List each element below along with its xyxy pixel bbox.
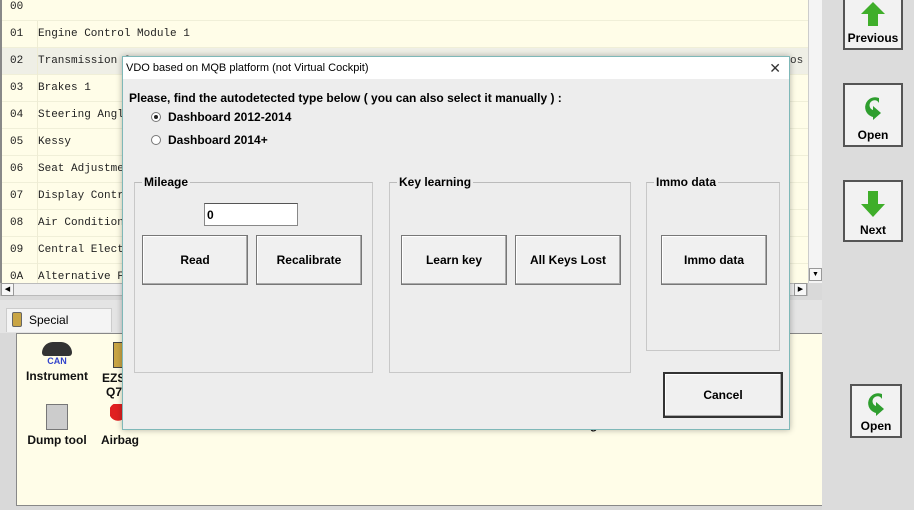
module-id: 07 bbox=[10, 190, 24, 202]
module-id: 09 bbox=[10, 244, 24, 256]
module-name: Seat Adjustmen bbox=[37, 156, 130, 183]
module-name: Brakes 1 bbox=[37, 75, 91, 102]
module-id: 04 bbox=[10, 109, 24, 121]
tools-icon bbox=[12, 312, 22, 327]
mileage-input[interactable] bbox=[204, 203, 298, 226]
immo-data-button[interactable]: Immo data bbox=[661, 235, 767, 285]
open-button[interactable]: Open bbox=[843, 83, 903, 147]
tab-special-functions[interactable]: Special functions bbox=[6, 308, 112, 349]
right-nav-panel: Previous Open Next Open bbox=[822, 0, 914, 510]
read-button[interactable]: Read bbox=[142, 235, 248, 285]
cancel-button[interactable]: Cancel bbox=[663, 372, 783, 418]
radio-dashboard-2012-2014[interactable]: Dashboard 2012-2014 bbox=[151, 110, 291, 124]
open-bottom-button[interactable]: Open bbox=[850, 384, 902, 438]
arrow-down-icon bbox=[861, 191, 885, 217]
vdo-dialog: VDO based on MQB platform (not Virtual C… bbox=[122, 56, 790, 430]
radio-unselected-icon bbox=[151, 135, 161, 145]
module-id: 08 bbox=[10, 217, 24, 229]
dialog-titlebar: VDO based on MQB platform (not Virtual C… bbox=[123, 57, 789, 79]
scroll-down-icon[interactable]: ▼ bbox=[809, 268, 822, 281]
list-partial-text: os bbox=[790, 55, 804, 67]
mileage-group: Mileage Read Recalibrate bbox=[134, 175, 373, 373]
recalibrate-button[interactable]: Recalibrate bbox=[256, 235, 362, 285]
module-id: 05 bbox=[10, 136, 24, 148]
module-name: Transmission C bbox=[37, 48, 130, 75]
next-button[interactable]: Next bbox=[843, 180, 903, 242]
function-label: Airbag bbox=[100, 433, 139, 447]
function-label: Instrument bbox=[25, 369, 88, 383]
dialog-prompt: Please, find the autodetected type below… bbox=[129, 91, 562, 105]
module-id: 03 bbox=[10, 82, 24, 94]
module-id: 02 bbox=[10, 55, 24, 67]
learn-key-button[interactable]: Learn key bbox=[401, 235, 507, 285]
can-badge: CAN bbox=[47, 356, 67, 366]
function-item[interactable]: Dump tool bbox=[21, 404, 93, 447]
immo-data-group: Immo data Immo data bbox=[646, 175, 780, 351]
radio-dashboard-2014-plus[interactable]: Dashboard 2014+ bbox=[151, 133, 268, 147]
scroll-left-icon[interactable]: ◀ bbox=[1, 283, 14, 296]
module-id: 0A bbox=[10, 271, 24, 283]
module-name: Engine Control Module 1 bbox=[37, 21, 190, 48]
module-name: Steering Angle bbox=[37, 102, 130, 129]
previous-button[interactable]: Previous bbox=[843, 0, 903, 50]
module-row[interactable]: 01 Engine Control Module 1 bbox=[2, 21, 808, 48]
radio-selected-icon bbox=[151, 112, 161, 122]
module-name: Central Electr bbox=[37, 237, 130, 264]
scroll-right-icon[interactable]: ▶ bbox=[794, 283, 807, 296]
close-icon[interactable]: ✕ bbox=[769, 57, 781, 79]
instrument-cluster-icon bbox=[42, 342, 72, 356]
module-id: 01 bbox=[10, 28, 24, 40]
vertical-scrollbar[interactable]: ▼ bbox=[808, 0, 822, 283]
module-name: Display Contro bbox=[37, 183, 130, 210]
function-item[interactable]: CAN Instrument bbox=[21, 342, 93, 383]
module-row[interactable]: 00 bbox=[2, 0, 808, 21]
open-arrow-icon bbox=[868, 393, 884, 416]
module-id: 00 bbox=[10, 1, 24, 13]
module-id: 06 bbox=[10, 163, 24, 175]
open-arrow-icon bbox=[865, 97, 881, 120]
arrow-up-icon bbox=[861, 2, 885, 26]
all-keys-lost-button[interactable]: All Keys Lost bbox=[515, 235, 621, 285]
key-learning-group: Key learning Learn key All Keys Lost bbox=[389, 175, 631, 373]
module-name: Air Conditioni bbox=[37, 210, 130, 237]
module-name: Alternative Fu bbox=[37, 264, 130, 283]
function-label: Dump tool bbox=[27, 433, 87, 447]
dialog-title: VDO based on MQB platform (not Virtual C… bbox=[126, 62, 369, 74]
module-name: Kessy bbox=[37, 129, 71, 156]
dump-file-icon bbox=[46, 404, 68, 430]
